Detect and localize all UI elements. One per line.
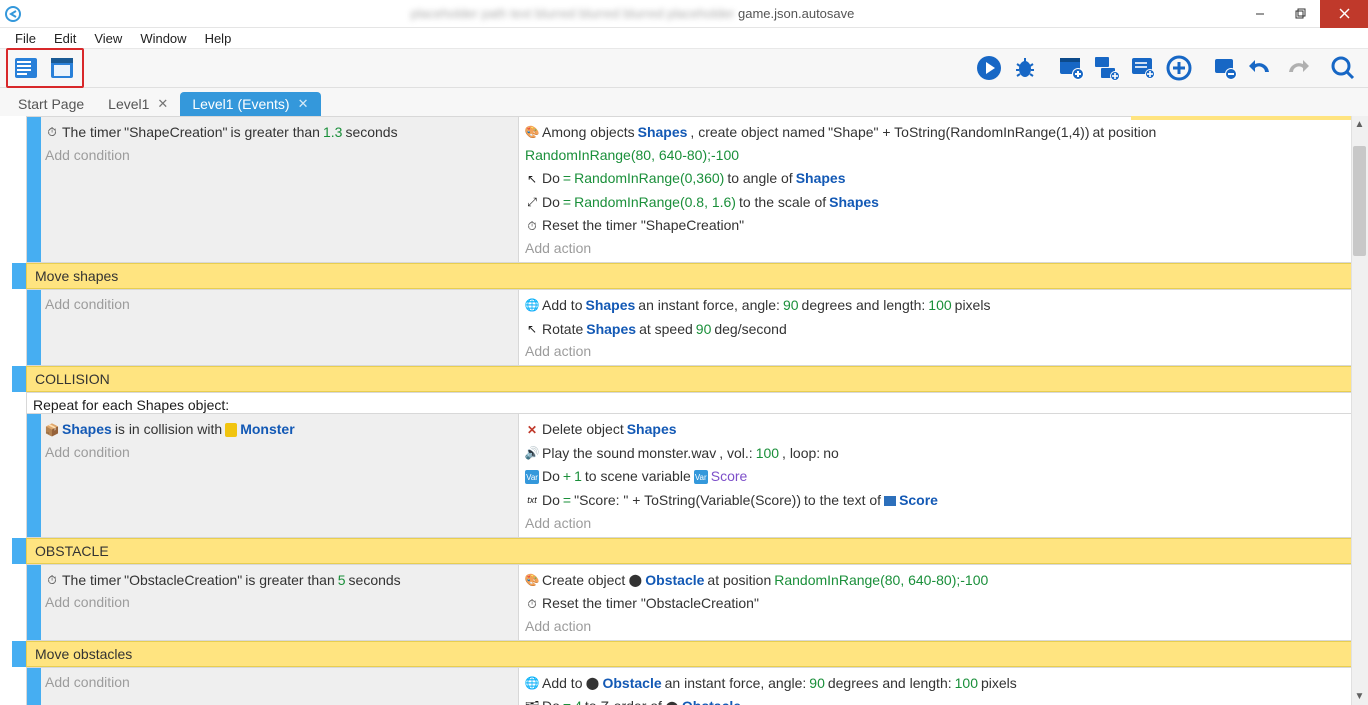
redo-button[interactable]: [1280, 51, 1314, 85]
scroll-up-icon[interactable]: ▲: [1351, 116, 1368, 133]
menu-bar: File Edit View Window Help: [0, 28, 1368, 48]
force-icon: 🌐: [525, 677, 539, 691]
obstacle-icon: ⬤: [628, 573, 642, 587]
timer-icon: ⏱: [45, 573, 59, 587]
add-condition-link[interactable]: Add condition: [45, 145, 512, 165]
window-controls: [1240, 0, 1368, 28]
minimize-button[interactable]: [1240, 0, 1280, 28]
add-condition-link[interactable]: Add condition: [45, 442, 512, 462]
events-editor-button[interactable]: [45, 51, 79, 85]
action-line[interactable]: 🔊 Play the sound monster.wav, vol.: 100,…: [525, 442, 1361, 466]
title-bar: placeholder path text blurred blurred bl…: [0, 0, 1368, 28]
annotated-buttons: [6, 48, 84, 88]
rotate-icon: ↖: [525, 322, 539, 336]
menu-window[interactable]: Window: [131, 31, 195, 46]
event-move-shapes[interactable]: Add condition 🌐 Add to Shapes an instant…: [26, 289, 1368, 366]
scroll-down-icon[interactable]: ▼: [1351, 688, 1368, 705]
variable-icon: Var: [694, 470, 708, 484]
timer-icon: ⏱: [45, 126, 59, 140]
delete-icon: ✕: [525, 423, 539, 437]
search-button[interactable]: [1326, 51, 1360, 85]
action-line[interactable]: 🌐 Add to ⬤ Obstacle an instant force, an…: [525, 672, 1361, 696]
menu-view[interactable]: View: [85, 31, 131, 46]
scene-editor-button[interactable]: [9, 51, 43, 85]
variable-icon: Var: [525, 470, 539, 484]
add-action-link[interactable]: Add action: [525, 238, 1361, 258]
repeat-header[interactable]: Repeat for each Shapes object:: [26, 392, 1368, 413]
add-condition-link[interactable]: Add condition: [45, 592, 512, 612]
timer-icon: ⏱: [525, 219, 539, 233]
add-condition-link[interactable]: Add condition: [45, 294, 512, 314]
action-line[interactable]: ↖ Do = RandomInRange(0,360) to angle of …: [525, 167, 1361, 191]
text-icon: txt: [525, 494, 539, 508]
action-line[interactable]: 🗂 Do = 4 to Z-order of ⬤ Obstacle: [525, 695, 1361, 705]
event-collision[interactable]: 📦 Shapes is in collision with Monster Ad…: [26, 413, 1368, 537]
app-icon: [0, 0, 25, 28]
maximize-button[interactable]: [1280, 0, 1320, 28]
obstacle-icon: ⬤: [665, 700, 679, 705]
sound-icon: 🔊: [525, 447, 539, 461]
obstacle-icon: ⬤: [585, 677, 599, 691]
play-button[interactable]: [972, 51, 1006, 85]
tab-level1[interactable]: Level1✕: [96, 92, 180, 116]
action-line[interactable]: ✕ Delete object Shapes: [525, 418, 1361, 442]
menu-help[interactable]: Help: [196, 31, 241, 46]
add-action-link[interactable]: Add action: [525, 341, 1361, 361]
action-line[interactable]: Var Do + 1 to scene variable Var Score: [525, 465, 1361, 489]
zorder-icon: 🗂: [525, 700, 539, 705]
scale-icon: ⤢: [525, 196, 539, 210]
action-line[interactable]: 🌐 Add to Shapes an instant force, angle:…: [525, 294, 1361, 318]
events-panel: ⏱ The timer "ShapeCreation" is greater t…: [0, 116, 1368, 705]
close-icon[interactable]: ✕: [298, 96, 309, 112]
create-icon: 🎨: [525, 126, 539, 140]
close-icon[interactable]: ✕: [157, 96, 168, 112]
add-condition-link[interactable]: Add condition: [45, 672, 512, 692]
close-button[interactable]: [1320, 0, 1368, 28]
monster-icon: [225, 423, 237, 437]
add-event-button[interactable]: [1054, 51, 1088, 85]
add-other-button[interactable]: [1162, 51, 1196, 85]
tab-start-page[interactable]: Start Page: [6, 92, 96, 116]
menu-file[interactable]: File: [6, 31, 45, 46]
collision-icon: 📦: [45, 423, 59, 437]
undo-button[interactable]: [1244, 51, 1278, 85]
action-line[interactable]: ⏱ Reset the timer "ShapeCreation": [525, 214, 1361, 238]
force-icon: 🌐: [525, 299, 539, 313]
vertical-scrollbar[interactable]: ▲ ▼: [1351, 116, 1368, 705]
scroll-thumb[interactable]: [1353, 146, 1366, 256]
group-header-move-shapes[interactable]: Move shapes: [26, 263, 1368, 289]
condition-line[interactable]: 📦 Shapes is in collision with Monster: [45, 418, 512, 442]
group-header-move-obstacles[interactable]: Move obstacles: [26, 641, 1368, 667]
condition-line[interactable]: ⏱ The timer "ObstacleCreation" is greate…: [45, 569, 512, 593]
action-line[interactable]: 🎨 Create object ⬤ Obstacle at position R…: [525, 569, 1361, 593]
add-subevent-button[interactable]: [1090, 51, 1124, 85]
add-action-link[interactable]: Add action: [525, 513, 1361, 533]
group-header-obstacle[interactable]: OBSTACLE: [26, 538, 1368, 564]
text-object-icon: [884, 496, 896, 506]
timer-icon: ⏱: [525, 597, 539, 611]
action-line[interactable]: ⏱ Reset the timer "ObstacleCreation": [525, 592, 1361, 616]
angle-icon: ↖: [525, 172, 539, 186]
debug-button[interactable]: [1008, 51, 1042, 85]
delete-button[interactable]: [1208, 51, 1242, 85]
create-icon: 🎨: [525, 573, 539, 587]
action-line[interactable]: txt Do = "Score: " + ToString(Variable(S…: [525, 489, 1361, 513]
tab-level1-events[interactable]: Level1 (Events)✕: [180, 92, 320, 116]
group-header-collision[interactable]: COLLISION: [26, 366, 1368, 392]
event-shape-creation[interactable]: ⏱ The timer "ShapeCreation" is greater t…: [26, 116, 1368, 263]
action-line[interactable]: ↖ Rotate Shapes at speed 90deg/second: [525, 318, 1361, 342]
tab-bar: Start Page Level1✕ Level1 (Events)✕: [0, 88, 1368, 116]
toolbar: [0, 48, 1368, 88]
condition-line[interactable]: ⏱ The timer "ShapeCreation" is greater t…: [45, 121, 512, 145]
add-action-link[interactable]: Add action: [525, 616, 1361, 636]
add-comment-button[interactable]: [1126, 51, 1160, 85]
action-line[interactable]: 🎨 Among objects Shapes, create object na…: [525, 121, 1361, 167]
event-move-obstacles[interactable]: Add condition 🌐 Add to ⬤ Obstacle an ins…: [26, 667, 1368, 705]
menu-edit[interactable]: Edit: [45, 31, 85, 46]
window-title: placeholder path text blurred blurred bl…: [25, 6, 1240, 21]
action-line[interactable]: ⤢ Do = RandomInRange(0.8, 1.6) to the sc…: [525, 191, 1361, 215]
decoration-strip: [1131, 116, 1351, 120]
event-obstacle[interactable]: ⏱ The timer "ObstacleCreation" is greate…: [26, 564, 1368, 641]
